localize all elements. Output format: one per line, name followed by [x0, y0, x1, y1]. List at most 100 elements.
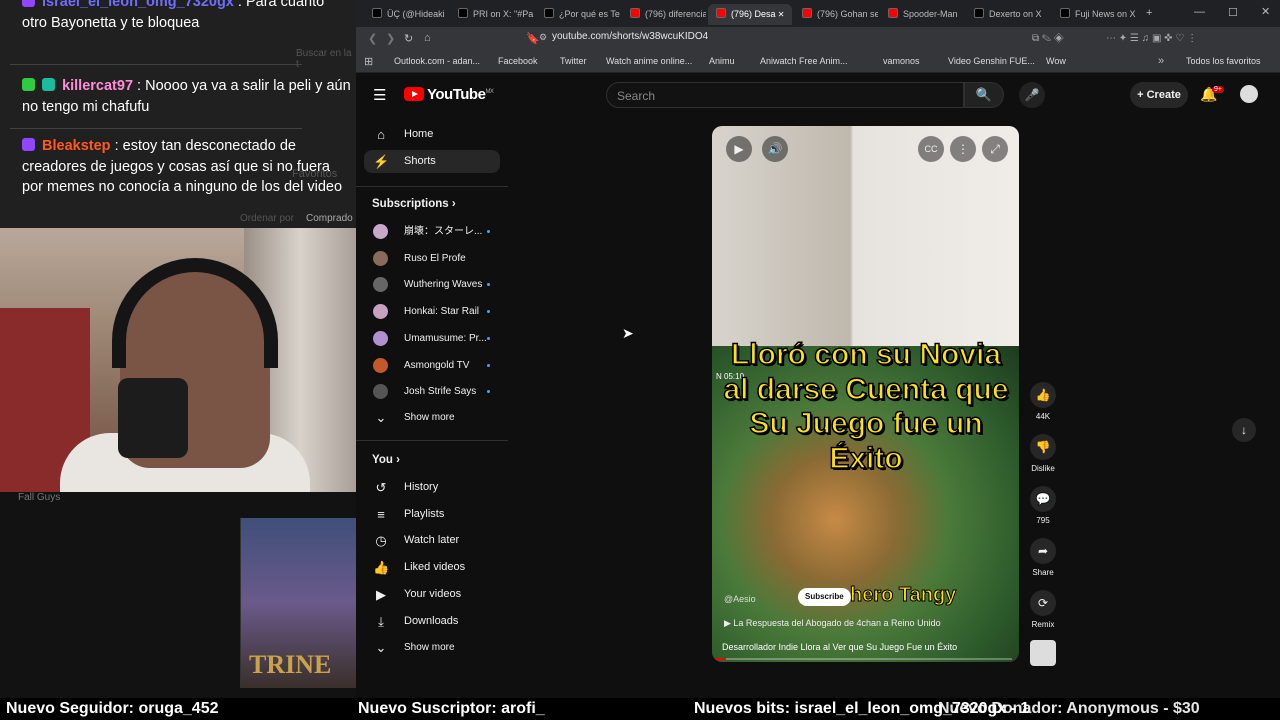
captions-icon[interactable]: CC — [918, 136, 944, 162]
stream-ticker: Nuevo Seguidor: oruga_452 Nuevo Suscript… — [0, 698, 1280, 720]
close-window-icon[interactable]: ✕ — [1261, 5, 1270, 18]
you-heading[interactable]: You › — [372, 454, 400, 466]
comment-icon[interactable]: 💬 — [1030, 486, 1056, 512]
search-input[interactable]: Search — [606, 82, 964, 108]
apps-icon[interactable]: ⊞ — [364, 55, 373, 68]
action-remix[interactable]: ⟳ Remix — [1030, 590, 1056, 629]
bookmark-item[interactable]: Animu — [709, 56, 735, 66]
tab-6[interactable]: Spooder-Man — [880, 4, 964, 25]
channel-avatar — [373, 277, 388, 293]
sidebar-item-label: Watch later — [404, 534, 460, 547]
bookmark-item[interactable]: Twitter — [560, 56, 587, 66]
tab-3[interactable]: (796) diferencia — [622, 4, 706, 25]
tab-2[interactable]: ¿Por qué es Te — [536, 4, 620, 25]
video-upper-frame — [712, 126, 1019, 346]
tab-close-icon[interactable]: ✕ — [776, 10, 785, 19]
youtube-logo[interactable]: YouTubeMX — [404, 86, 494, 103]
bookmark-icon[interactable]: 🔖 — [526, 32, 540, 45]
subscribe-button[interactable]: Subscribe — [798, 588, 851, 606]
bookmark-item[interactable]: vamonos — [883, 56, 920, 66]
sidebar-item-downloads[interactable]: ⤓ Downloads — [364, 610, 500, 633]
new-tab-icon[interactable]: + — [1146, 7, 1152, 19]
subscriptions-heading[interactable]: Subscriptions › — [372, 198, 456, 210]
sidebar-channel[interactable]: Honkai: Star Rail — [364, 300, 500, 323]
tab-8[interactable]: Fuji News on X — [1052, 4, 1136, 25]
sidebar-item-history[interactable]: ↺ History — [364, 476, 500, 499]
new-content-dot — [487, 336, 490, 340]
sidebar-item-watch-later[interactable]: ◷ Watch later — [364, 529, 500, 552]
tab-5[interactable]: (796) Gohan se — [794, 4, 878, 25]
voice-search-button[interactable]: 🎤 — [1019, 82, 1045, 108]
video-progress-bar[interactable] — [716, 658, 1012, 660]
share-icon[interactable]: ➦ — [1030, 538, 1056, 564]
bookmark-item[interactable]: Facebook — [498, 56, 538, 66]
sidebar-item-liked-videos[interactable]: 👍 Liked videos — [364, 556, 500, 579]
site-info-icon[interactable]: ⚙ — [539, 32, 547, 43]
chevron-down-icon: ⌄ — [375, 410, 387, 425]
bookmark-item[interactable]: Watch anime online... — [606, 56, 692, 66]
sound-thumbnail[interactable] — [1030, 640, 1056, 666]
account-avatar[interactable] — [1240, 85, 1258, 103]
chat-username: israel_el_leon_omg_7320gx — [42, 0, 234, 10]
action-dislike[interactable]: 👎 Dislike — [1030, 434, 1056, 473]
extensions-icon[interactable]: ⧉ ✎ ◈ — [1032, 33, 1064, 44]
forward-icon[interactable]: ❯ — [386, 32, 395, 45]
sidebar-channel[interactable]: 崩壊：スターレ... — [364, 220, 500, 243]
sidebar-item-shorts[interactable]: ⚡ Shorts — [364, 150, 500, 173]
sidebar-channel[interactable]: Asmongold TV — [364, 354, 500, 377]
action-795[interactable]: 💬 795 — [1030, 486, 1056, 525]
thumb-up-icon[interactable]: 👍 — [1030, 382, 1056, 408]
volume-icon[interactable]: 🔊 — [762, 136, 788, 162]
show-more-button[interactable]: ⌄ Show more — [364, 406, 500, 429]
reload-icon[interactable]: ↻ — [404, 32, 413, 45]
bookmark-item[interactable]: Outlook.com - adan... — [394, 56, 480, 66]
sidebar-item-playlists[interactable]: ≡ Playlists — [364, 503, 500, 526]
channel-avatar — [373, 304, 388, 320]
channel-avatar — [373, 224, 388, 239]
more-options-icon[interactable]: ⋮ — [950, 136, 976, 162]
back-icon[interactable]: ❮ — [368, 32, 377, 45]
shorts-video-player[interactable]: N 05:10 Lloró con su Novia al darse Cuen… — [712, 126, 1019, 662]
play-icon[interactable]: ▶ — [726, 136, 752, 162]
maximize-icon[interactable]: ☐ — [1228, 6, 1238, 19]
youtube-icon — [716, 8, 726, 18]
sidebar-channel[interactable]: Ruso El Profe — [364, 247, 500, 270]
bookmark-item[interactable]: Todos los favoritos — [1186, 56, 1261, 66]
sidebar-item-home[interactable]: ⌂ Home — [364, 123, 500, 146]
sidebar-channel[interactable]: Wuthering Waves — [364, 273, 500, 296]
tab-7[interactable]: Dexerto on X — [966, 4, 1050, 25]
channel-name: 崩壊：スターレ... — [404, 226, 483, 237]
create-button[interactable]: + Create — [1130, 82, 1188, 108]
bookmark-item[interactable]: Aniwatch Free Anim... — [760, 56, 848, 66]
minimize-icon[interactable]: — — [1194, 6, 1205, 18]
tab-label: Fuji News on X — [1075, 9, 1136, 19]
search-button[interactable]: 🔍 — [964, 82, 1004, 108]
action-share[interactable]: ➦ Share — [1030, 538, 1056, 577]
tab-0[interactable]: ÜÇ (@Hideaki — [364, 4, 448, 25]
channel-handle[interactable]: @Aesio — [724, 594, 756, 604]
menu-icon[interactable]: ☰ — [373, 86, 386, 104]
bookmark-item[interactable]: Video Genshin FUE... — [948, 56, 1035, 66]
bookmark-item[interactable]: Wow — [1046, 56, 1066, 66]
more-bookmarks-icon[interactable]: » — [1158, 55, 1164, 67]
tab-1[interactable]: PRI on X: "#Pa — [450, 4, 534, 25]
sidebar-channel[interactable]: Josh Strife Says — [364, 380, 500, 403]
sidebar-item-your-videos[interactable]: ▶ Your videos — [364, 583, 500, 606]
fullscreen-icon[interactable]: ⤢ — [982, 136, 1008, 162]
channel-avatar — [373, 384, 388, 400]
video-caption: Desarrollador Indie Llora al Ver que Su … — [722, 642, 958, 652]
related-video-link[interactable]: ▶ La Respuesta del Abogado de 4chan a Re… — [724, 618, 941, 629]
thumb-down-icon[interactable]: 👎 — [1030, 434, 1056, 460]
show-more-button[interactable]: ⌄ Show more — [364, 636, 500, 659]
next-video-button[interactable]: ↓ — [1232, 418, 1256, 442]
new-content-dot — [487, 363, 490, 367]
home-icon[interactable]: ⌂ — [424, 32, 431, 44]
url-field[interactable]: youtube.com/shorts/w38wcuKIDO4 — [552, 31, 708, 42]
k-badge-icon — [22, 78, 35, 91]
x-icon — [458, 8, 468, 18]
remix-icon[interactable]: ⟳ — [1030, 590, 1056, 616]
action-44k[interactable]: 👍 44K — [1030, 382, 1056, 421]
toolbar-icons[interactable]: ⋯ ✦ ☰ ♫ ▣ ✜ ♡ ⋮ — [1106, 33, 1197, 44]
sidebar-channel[interactable]: Umamusume: Pr... — [364, 327, 500, 350]
tab-4[interactable]: (796) Desa ✕ — [708, 4, 792, 25]
